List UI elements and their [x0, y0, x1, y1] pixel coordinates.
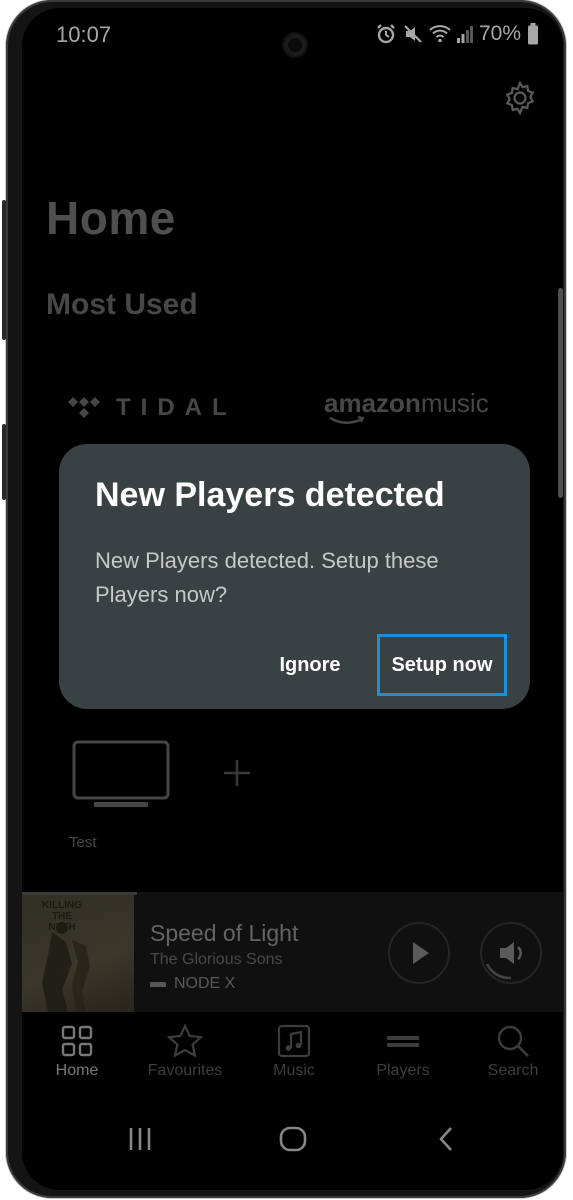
setup-now-button[interactable]: Setup now — [377, 634, 507, 696]
new-players-dialog: New Players detected New Players detecte… — [59, 444, 530, 709]
volume-key — [2, 200, 6, 340]
power-key — [2, 424, 6, 500]
screen: 10:07 70% Home Most Used TIDAL amazonmus… — [22, 8, 563, 1190]
dialog-message: New Players detected. Setup these Player… — [95, 548, 439, 607]
ignore-button[interactable]: Ignore — [265, 640, 355, 690]
phone-frame: 10:07 70% Home Most Used TIDAL amazonmus… — [2, 0, 566, 1198]
dialog-title: New Players detected — [95, 476, 445, 514]
